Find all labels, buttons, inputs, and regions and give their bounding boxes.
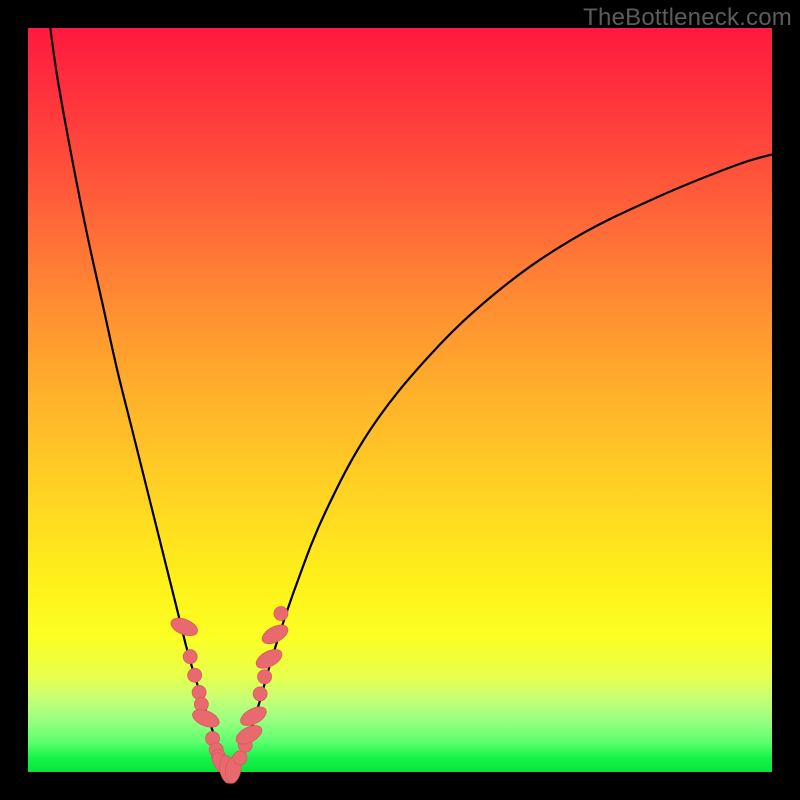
marker-cluster — [168, 607, 290, 785]
data-marker — [258, 670, 272, 684]
data-marker — [194, 697, 208, 711]
curve-layer — [28, 28, 772, 772]
data-marker — [233, 751, 247, 765]
data-marker — [188, 668, 202, 682]
chart-frame — [28, 28, 772, 772]
left-branch — [50, 28, 229, 770]
data-marker — [253, 687, 267, 701]
watermark-text: TheBottleneck.com — [583, 4, 792, 32]
right-branch — [229, 154, 772, 769]
data-marker — [274, 607, 288, 621]
data-marker — [183, 650, 197, 664]
v-curve — [50, 28, 772, 770]
data-marker — [259, 621, 291, 647]
